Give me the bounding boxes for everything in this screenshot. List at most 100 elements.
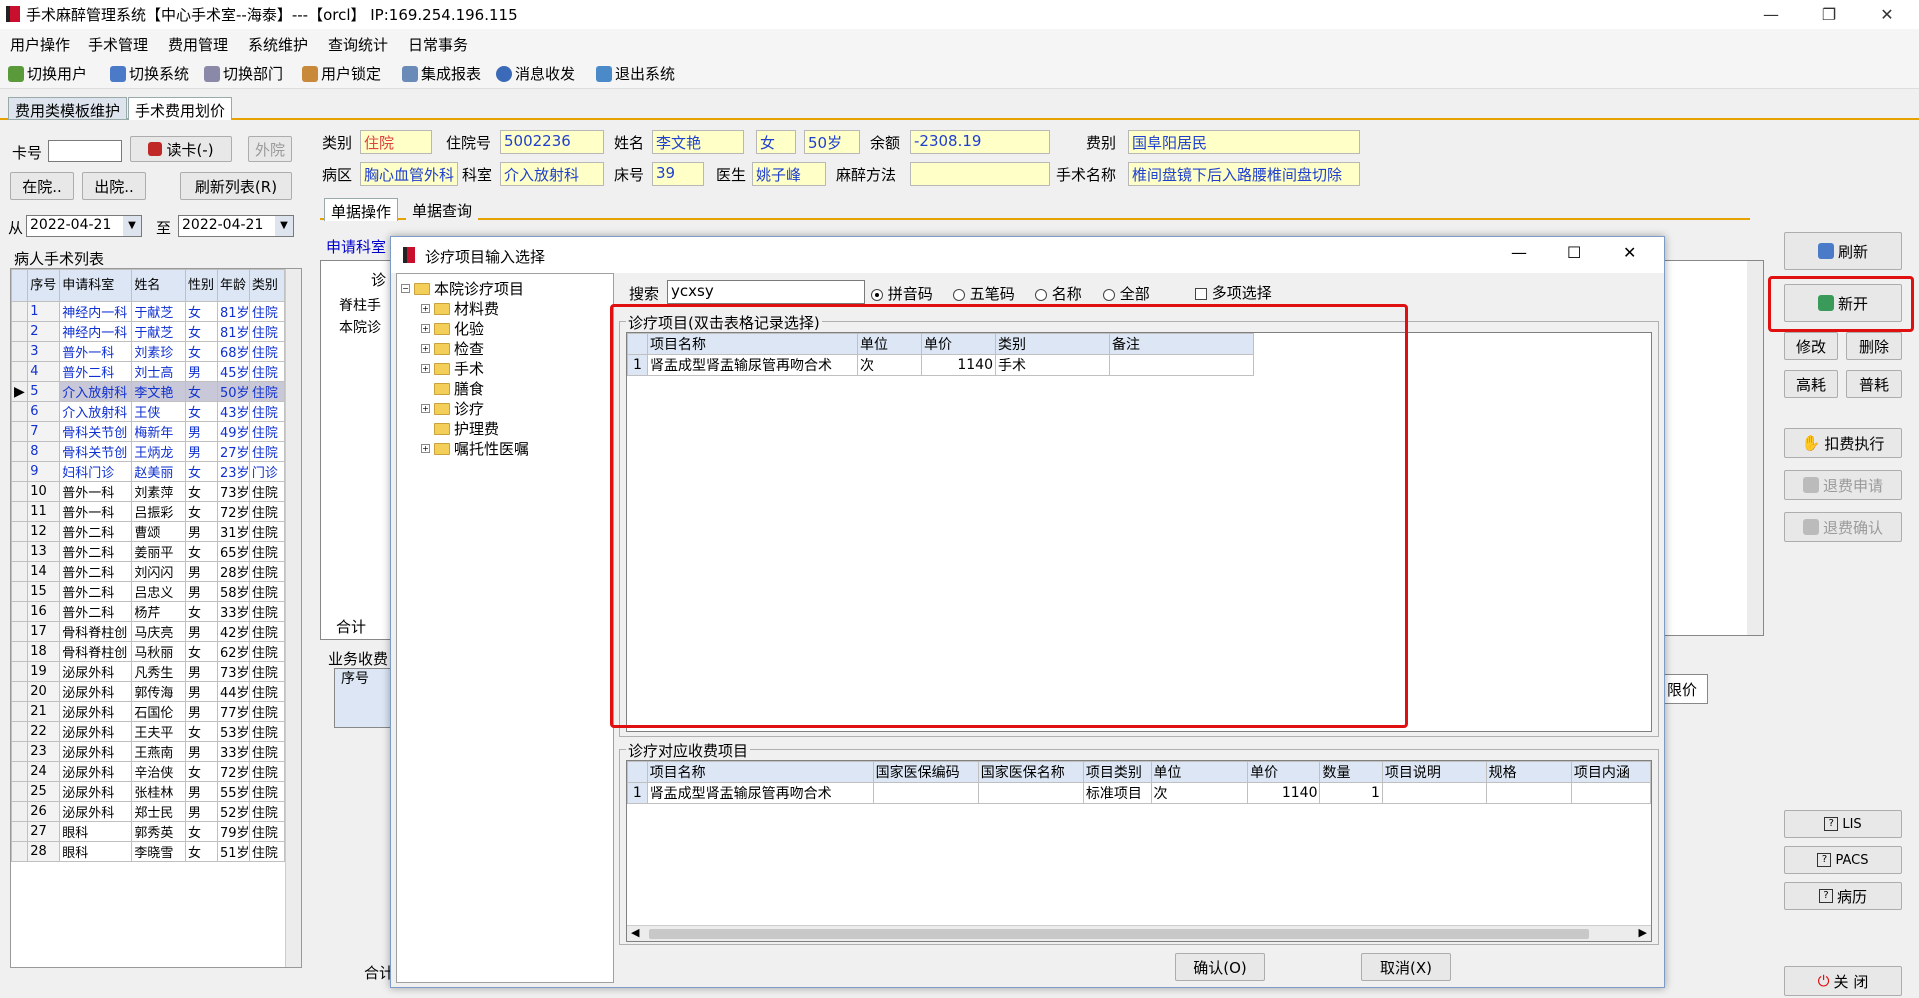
tree-node[interactable]: 护理费 — [434, 418, 499, 439]
from-date-input[interactable]: 2022-04-21 ▼ — [26, 215, 142, 237]
table-row[interactable]: 26 泌尿外科 郑士民男 52岁 住院 — [11, 801, 286, 822]
dialog-close-button[interactable]: ✕ — [1623, 243, 1636, 262]
table-row[interactable]: 20 泌尿外科 郭传海男 44岁 住院 — [11, 681, 286, 702]
switch-dept-button[interactable]: 切换部门 — [204, 63, 283, 84]
outpatient-button[interactable]: 外院 — [248, 136, 292, 162]
tree-node[interactable]: 膳食 — [434, 378, 484, 399]
tab-bill-query[interactable]: 单据查询 — [406, 198, 479, 221]
read-card-button[interactable]: 读卡(-) — [130, 136, 232, 162]
lock-user-button[interactable]: 用户锁定 — [302, 63, 381, 84]
table-row[interactable]: 14 普外二科 刘闪闪男 28岁 住院 — [11, 561, 286, 582]
expand-icon[interactable]: + — [421, 404, 430, 413]
refresh-list-button[interactable]: 刷新列表(R) — [180, 172, 292, 200]
radio-all[interactable]: 全部 — [1103, 283, 1150, 304]
lis-button[interactable]: ? LIS — [1784, 810, 1902, 838]
menu-query[interactable]: 查询统计 — [328, 34, 388, 55]
close-window-button[interactable]: ✕ — [1864, 0, 1910, 29]
column-header[interactable]: 类别 — [248, 269, 286, 302]
in-hospital-button[interactable]: 在院.. — [10, 172, 74, 200]
refund-apply-button[interactable]: 退费申请 — [1784, 470, 1902, 500]
table-row[interactable]: 13 普外二科 姜丽平女 65岁 住院 — [11, 541, 286, 562]
multi-select-checkbox[interactable]: 多项选择 — [1195, 282, 1272, 303]
column-header[interactable]: 国家医保编码 — [872, 761, 979, 783]
table-row[interactable]: 6 介入放射科 王侠女 43岁 住院 — [11, 401, 286, 422]
radio-pinyin[interactable]: 拼音码 — [871, 283, 933, 304]
table-row[interactable]: 25 泌尿外科 张桂林男 55岁 住院 — [11, 781, 286, 802]
chevron-down-icon[interactable]: ▼ — [275, 216, 293, 236]
exit-button[interactable]: 退出系统 — [596, 63, 675, 84]
dialog-maximize-button[interactable]: ☐ — [1567, 243, 1581, 262]
tree-node[interactable]: + 嘱托性医嘱 — [421, 438, 529, 459]
scrollbar[interactable] — [1747, 261, 1763, 635]
column-header[interactable]: 单位 — [1150, 761, 1249, 783]
scroll-left-icon[interactable]: ◀ — [631, 926, 639, 939]
radio-name[interactable]: 名称 — [1035, 283, 1082, 304]
table-row[interactable]: 22 泌尿外科 王夫平女 53岁 住院 — [11, 721, 286, 742]
column-header[interactable]: 项目类别 — [1082, 761, 1152, 783]
table-row[interactable]: 15 普外二科 吕忠义男 58岁 住院 — [11, 581, 286, 602]
column-header[interactable]: 姓名 — [131, 269, 186, 302]
table-row[interactable]: 24 泌尿外科 辛治侠女 72岁 住院 — [11, 761, 286, 782]
high-cost-button[interactable]: 高耗 — [1784, 370, 1838, 398]
cancel-button[interactable]: 取消(X) — [1361, 953, 1451, 981]
column-header[interactable]: 单价 — [1247, 761, 1321, 783]
table-row[interactable]: 10 普外一科 刘素萍女 73岁 住院 — [11, 481, 286, 502]
table-row[interactable]: 23 泌尿外科 王燕南男 33岁 住院 — [11, 741, 286, 762]
table-row[interactable]: 19 泌尿外科 凡秀生男 73岁 住院 — [11, 661, 286, 682]
column-header[interactable]: 数量 — [1319, 761, 1383, 783]
h-scrollbar[interactable]: ◀ ▶ — [627, 925, 1651, 941]
dialog-minimize-button[interactable]: — — [1511, 243, 1527, 262]
table-row[interactable]: 17 骨科脊柱创 马庆亮男 42岁 住院 — [11, 621, 286, 642]
expand-icon[interactable]: + — [421, 344, 430, 353]
deduct-button[interactable]: ✋ 扣费执行 — [1784, 428, 1902, 458]
reports-button[interactable]: 集成报表 — [402, 63, 481, 84]
chevron-down-icon[interactable]: ▼ — [123, 216, 141, 236]
table-row[interactable]: 3 普外一科 刘素珍女 68岁 住院 — [11, 341, 286, 362]
table-row[interactable]: 27 眼科 郭秀英女 79岁 住院 — [11, 821, 286, 842]
refund-confirm-button[interactable]: 退费确认 — [1784, 512, 1902, 542]
normal-cost-button[interactable]: 普耗 — [1846, 370, 1902, 398]
menu-user-ops[interactable]: 用户操作 — [10, 34, 70, 55]
search-input[interactable]: ycxsy — [667, 280, 865, 304]
expand-icon[interactable]: + — [421, 304, 430, 313]
menu-surgery[interactable]: 手术管理 — [88, 34, 148, 55]
scrollbar[interactable] — [285, 269, 301, 967]
tab-template[interactable]: 费用类模板维护 — [8, 97, 128, 120]
expand-icon[interactable]: + — [421, 364, 430, 373]
table-row[interactable]: ▶ 5 介入放射科 李文艳女 50岁 住院 — [11, 381, 286, 402]
tree-node[interactable]: + 诊疗 — [421, 398, 484, 419]
column-header[interactable]: 项目说明 — [1381, 761, 1487, 783]
table-row[interactable]: 8 骨科关节创 王炳龙男 27岁 住院 — [11, 441, 286, 462]
confirm-button[interactable]: 确认(O) — [1175, 953, 1265, 981]
tree-node[interactable]: + 化验 — [421, 318, 484, 339]
column-header[interactable]: 性别 — [184, 269, 218, 302]
tab-surgery-fee[interactable]: 手术费用划价 — [128, 97, 233, 120]
column-header[interactable]: 项目内涵 — [1570, 761, 1651, 783]
column-header[interactable]: 序号 — [27, 269, 61, 302]
switch-user-button[interactable]: 切换用户 — [8, 63, 87, 84]
close-button[interactable]: ⏻ 关 闭 — [1784, 966, 1902, 996]
table-row[interactable]: 18 骨科脊柱创 马秋丽女 62岁 住院 — [11, 641, 286, 662]
tree-node[interactable]: + 检查 — [421, 338, 484, 359]
table-row[interactable]: 1 肾盂成型肾盂输尿管再吻合术 标准项目次 1140 1 — [627, 782, 1651, 804]
tree-root[interactable]: − 本院诊疗项目 — [401, 278, 524, 299]
refresh-button[interactable]: 刷新 — [1784, 232, 1902, 270]
table-row[interactable]: 12 普外二科 曹颂男 31岁 住院 — [11, 521, 286, 542]
radio-wubi[interactable]: 五笔码 — [953, 283, 1015, 304]
card-input[interactable] — [48, 140, 122, 162]
edit-button[interactable]: 修改 — [1784, 332, 1838, 360]
scroll-right-icon[interactable]: ▶ — [1639, 926, 1647, 939]
table-row[interactable]: 11 普外一科 吕振彩女 72岁 住院 — [11, 501, 286, 522]
column-header[interactable]: 年龄 — [216, 269, 250, 302]
table-row[interactable]: 21 泌尿外科 石国伦男 77岁 住院 — [11, 701, 286, 722]
table-row[interactable]: 7 骨科关节创 梅新年男 49岁 住院 — [11, 421, 286, 442]
column-header[interactable]: 国家医保名称 — [977, 761, 1084, 783]
table-row[interactable]: 1 神经内一科 于献芝女 81岁 住院 — [11, 301, 286, 322]
table-row[interactable]: 28 眼科 李晓雪女 51岁 住院 — [11, 841, 286, 862]
table-row[interactable]: 4 普外二科 刘士高男 45岁 住院 — [11, 361, 286, 382]
table-row[interactable]: 9 妇科门诊 赵美丽女 23岁 门诊 — [11, 461, 286, 482]
minimize-button[interactable]: — — [1748, 0, 1794, 29]
column-header[interactable]: 项目名称 — [646, 761, 874, 783]
delete-button[interactable]: 删除 — [1846, 332, 1902, 360]
collapse-icon[interactable]: − — [401, 284, 410, 293]
